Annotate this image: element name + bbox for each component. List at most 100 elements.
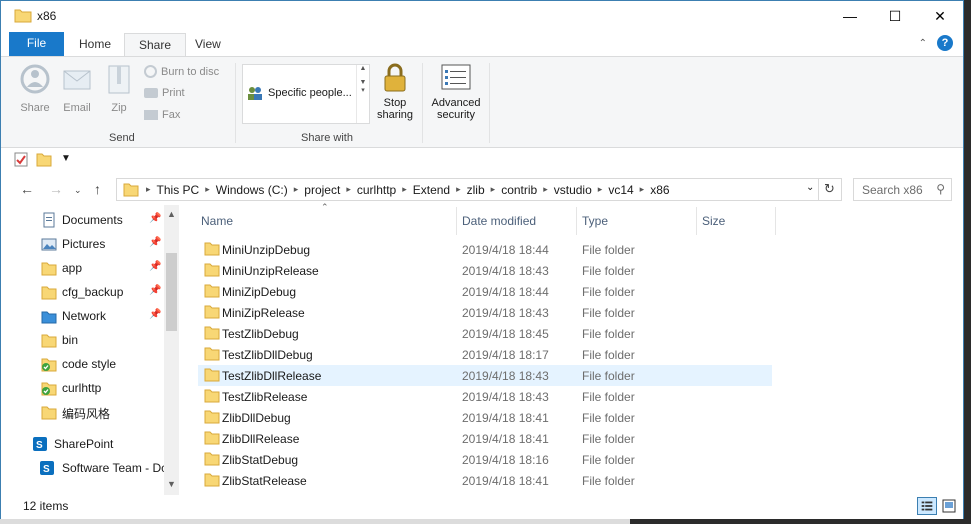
title-bar[interactable]: x86 — ☐ ✕ bbox=[1, 1, 963, 31]
properties-icon[interactable] bbox=[14, 152, 28, 167]
folder-icon bbox=[204, 368, 220, 382]
file-date-modified: 2019/4/18 18:43 bbox=[462, 369, 549, 383]
stop-sharing-button[interactable]: Stop sharing bbox=[373, 62, 417, 121]
nav-item-software-team[interactable]: S Software Team - Dc bbox=[1, 456, 166, 480]
nav-item-code-style[interactable]: code style bbox=[1, 352, 166, 376]
file-list: ⌃ Name Date modified Type Size MiniUnzip… bbox=[184, 202, 963, 495]
file-row[interactable]: MiniUnzipDebug 2019/4/18 18:44 File folder bbox=[198, 239, 772, 260]
folder-icon bbox=[204, 284, 220, 298]
file-name: ZlibStatDebug bbox=[222, 453, 299, 467]
nav-item-cfg-backup[interactable]: cfg_backup 📌 bbox=[1, 280, 166, 304]
tab-home[interactable]: Home bbox=[65, 33, 125, 56]
print-button[interactable]: Print bbox=[144, 87, 185, 99]
file-row[interactable]: ZlibStatRelease 2019/4/18 18:41 File folde… bbox=[198, 470, 772, 491]
details-view-icon[interactable] bbox=[917, 497, 937, 515]
customize-qat-icon[interactable]: ▼ bbox=[61, 153, 71, 164]
sharepoint-icon: S bbox=[33, 437, 47, 451]
nav-item-app[interactable]: app 📌 bbox=[1, 256, 166, 280]
zip-button[interactable]: Zip bbox=[103, 63, 135, 114]
nav-item-bin[interactable]: bin bbox=[1, 328, 166, 352]
nav-item-network[interactable]: Network 📌 bbox=[1, 304, 166, 328]
share-icon bbox=[20, 64, 50, 94]
tab-share[interactable]: Share bbox=[124, 33, 187, 56]
breadcrumb-vc14[interactable]: vc14 bbox=[603, 183, 638, 197]
file-type: File folder bbox=[582, 327, 635, 341]
scroll-down-icon[interactable]: ▼ bbox=[164, 479, 179, 489]
up-arrow-icon[interactable]: ↑ bbox=[94, 181, 101, 197]
breadcrumb-project[interactable]: project bbox=[299, 183, 345, 197]
breadcrumb-windows-c[interactable]: Windows (C:) bbox=[211, 183, 293, 197]
forward-arrow-icon[interactable]: → bbox=[49, 181, 63, 197]
scroll-up-icon[interactable]: ▲ bbox=[164, 209, 179, 219]
quick-access-toolbar: ▼ bbox=[1, 148, 963, 172]
search-icon: ⚲ bbox=[936, 182, 945, 196]
file-row[interactable]: TestZlibDllRelease 2019/4/18 18:43 File fo… bbox=[198, 365, 772, 386]
share-with-gallery[interactable]: Specific people... ▲ ▼ ▾ bbox=[242, 64, 370, 124]
breadcrumb-vstudio[interactable]: vstudio bbox=[549, 183, 597, 197]
folder-icon bbox=[204, 431, 220, 445]
help-icon[interactable]: ? bbox=[937, 35, 953, 51]
breadcrumb-zlib[interactable]: zlib bbox=[462, 183, 490, 197]
back-arrow-icon[interactable]: ← bbox=[20, 181, 34, 197]
breadcrumb-x86[interactable]: x86 bbox=[645, 183, 674, 197]
tab-view[interactable]: View bbox=[181, 33, 235, 56]
nav-item-coding-style-cn[interactable]: 编码风格 bbox=[1, 400, 166, 424]
breadcrumb-contrib[interactable]: contrib bbox=[496, 183, 542, 197]
column-header-size[interactable]: Size bbox=[702, 205, 772, 237]
collapse-ribbon-icon[interactable]: ⌃ bbox=[919, 38, 927, 49]
file-row[interactable]: MiniZipRelease 2019/4/18 18:43 File folder bbox=[198, 302, 772, 323]
new-folder-icon[interactable] bbox=[36, 152, 52, 167]
pin-icon[interactable]: 📌 bbox=[149, 237, 161, 248]
breadcrumb-curlhttp[interactable]: curlhttp bbox=[352, 183, 401, 197]
search-input[interactable]: Search x86 ⚲ bbox=[853, 178, 952, 201]
refresh-icon[interactable]: ↻ bbox=[824, 181, 835, 197]
pin-icon[interactable]: 📌 bbox=[149, 309, 161, 320]
nav-item-curlhttp[interactable]: curlhttp bbox=[1, 376, 166, 400]
file-row[interactable]: ZlibDllDebug 2019/4/18 18:41 File folder bbox=[198, 407, 772, 428]
recent-locations-icon[interactable]: ⌄ bbox=[74, 185, 82, 196]
folder-icon bbox=[204, 347, 220, 361]
large-icons-view-icon[interactable] bbox=[939, 497, 959, 515]
pin-icon[interactable]: 📌 bbox=[149, 285, 161, 296]
nav-item-sharepoint[interactable]: S SharePoint bbox=[1, 432, 166, 456]
window-title: x86 bbox=[37, 9, 57, 23]
folder-icon bbox=[204, 389, 220, 403]
maximize-button[interactable]: ☐ bbox=[872, 1, 918, 31]
fax-button[interactable]: Fax bbox=[144, 109, 180, 121]
column-header-type[interactable]: Type bbox=[582, 205, 694, 237]
address-dropdown-icon[interactable]: ⌄ bbox=[806, 182, 814, 193]
tab-file[interactable]: File bbox=[9, 32, 64, 56]
file-row[interactable]: MiniUnzipRelease 2019/4/18 18:43 File fold… bbox=[198, 260, 772, 281]
column-header-date-modified[interactable]: Date modified bbox=[462, 205, 574, 237]
gallery-scroll[interactable]: ▲ ▼ ▾ bbox=[356, 65, 369, 123]
file-row[interactable]: TestZlibDebug 2019/4/18 18:45 File folder bbox=[198, 323, 772, 344]
file-row[interactable]: TestZlibRelease 2019/4/18 18:43 File folde… bbox=[198, 386, 772, 407]
scrollbar-thumb[interactable] bbox=[166, 253, 177, 331]
minimize-button[interactable]: — bbox=[827, 1, 873, 31]
column-header-name[interactable]: Name bbox=[201, 205, 456, 237]
share-button[interactable]: Share bbox=[15, 63, 55, 114]
nav-pane-scrollbar[interactable]: ▲ ▼ bbox=[164, 205, 179, 495]
file-row[interactable]: TestZlibDllDebug 2019/4/18 18:17 File fold… bbox=[198, 344, 772, 365]
address-bar[interactable]: ▸ This PC ▸ Windows (C:) ▸ project ▸ curlht… bbox=[116, 178, 842, 201]
file-row[interactable]: MiniZipDebug 2019/4/18 18:44 File folder bbox=[198, 281, 772, 302]
breadcrumb-extend[interactable]: Extend bbox=[408, 183, 455, 197]
file-row[interactable]: ZlibStatDebug 2019/4/18 18:16 File folder bbox=[198, 449, 772, 470]
svg-text:S: S bbox=[36, 440, 43, 451]
advanced-security-button[interactable]: Advanced security bbox=[427, 62, 485, 121]
file-name: ZlibDllRelease bbox=[222, 432, 300, 446]
breadcrumb-this-pc[interactable]: This PC bbox=[152, 183, 205, 197]
nav-item-pictures[interactable]: Pictures 📌 bbox=[1, 232, 166, 256]
folder-icon bbox=[41, 334, 57, 348]
file-type: File folder bbox=[582, 348, 635, 362]
file-row[interactable]: ZlibDllRelease 2019/4/18 18:41 File folder bbox=[198, 428, 772, 449]
pin-icon[interactable]: 📌 bbox=[149, 213, 161, 224]
specific-people-item[interactable]: Specific people... bbox=[246, 85, 352, 101]
pin-icon[interactable]: 📌 bbox=[149, 261, 161, 272]
burn-to-disc-button[interactable]: Burn to disc bbox=[144, 65, 219, 78]
file-name: MiniZipRelease bbox=[222, 306, 305, 320]
email-button[interactable]: Email bbox=[59, 63, 95, 114]
nav-item-documents[interactable]: Documents 📌 bbox=[1, 208, 166, 232]
close-button[interactable]: ✕ bbox=[917, 1, 963, 31]
file-type: File folder bbox=[582, 390, 635, 404]
